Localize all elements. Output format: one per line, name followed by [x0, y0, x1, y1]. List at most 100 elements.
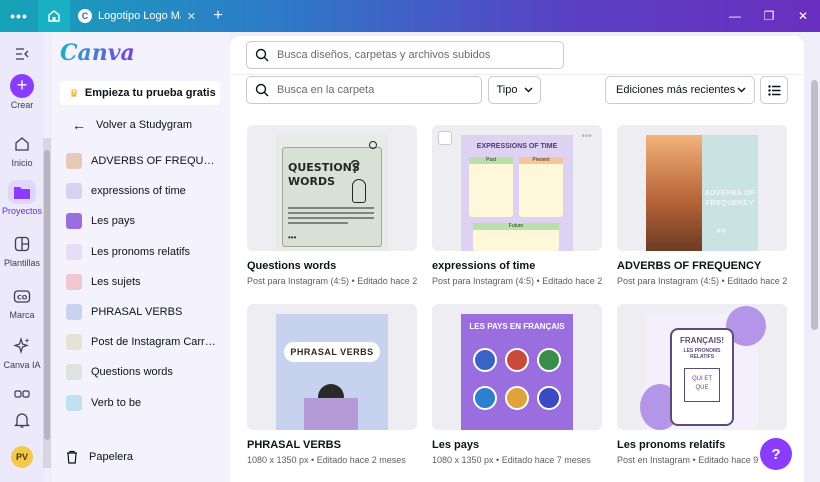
- design-title: PHRASAL VERBS: [247, 439, 341, 451]
- minimize-icon[interactable]: —: [718, 9, 752, 23]
- design-meta: 1080 x 1350 px • Editado hace 2 meses: [247, 455, 406, 465]
- rail-item-projects[interactable]: Proyectos: [0, 180, 44, 216]
- more-options-icon[interactable]: •••: [581, 131, 592, 142]
- sidebar-item-carousel[interactable]: Post de Instagram Carr…: [66, 327, 226, 357]
- sort-label: Ediciones más recientes: [616, 84, 736, 96]
- bell-icon: [10, 408, 34, 432]
- sidebar-item-sujets[interactable]: Les sujets: [66, 267, 226, 297]
- design-thumbnail: [66, 213, 82, 230]
- design-title: expressions of time: [432, 260, 536, 272]
- sidebar-item-label: ADVERBS OF FREQUEN…: [91, 155, 221, 168]
- chevron-down-icon: [737, 87, 746, 93]
- crown-icon: ♛: [69, 87, 79, 100]
- canva-logo[interactable]: Canva: [60, 40, 135, 66]
- adverbs-artwork: ADVERBS OF FREQUENCY »»: [646, 135, 758, 251]
- sidebar-item-verb[interactable]: Verb to be: [66, 388, 226, 418]
- free-trial-label: Empieza tu prueba gratis: [84, 87, 216, 99]
- main-scrollbar[interactable]: [808, 78, 820, 482]
- new-tab-icon[interactable]: +: [204, 7, 232, 25]
- sidebar-item-label: Les pays: [91, 215, 136, 228]
- help-button[interactable]: ?: [760, 438, 792, 470]
- sidebar-item-label: Les pronoms relatifs: [91, 245, 191, 258]
- design-thumbnail: [66, 183, 82, 200]
- home-icon: [10, 132, 34, 156]
- rail-home-label: Inicio: [11, 158, 33, 168]
- notifications-button[interactable]: [0, 408, 44, 434]
- type-filter-dropdown[interactable]: Tipo: [488, 76, 541, 104]
- apps-icon: [10, 382, 34, 406]
- plus-icon: +: [10, 74, 34, 98]
- design-meta: Post para Instagram (4:5) • Editado hace…: [432, 276, 602, 286]
- collapse-sidebar-button[interactable]: [0, 42, 44, 68]
- sidebar-scrollbar[interactable]: [43, 138, 51, 468]
- home-icon: [48, 10, 60, 22]
- design-thumbnail: [66, 334, 82, 351]
- rail-item-apps[interactable]: [0, 382, 44, 408]
- person-illustration: [352, 179, 366, 203]
- sidebar-item-expressions[interactable]: expressions of time: [66, 176, 226, 206]
- rail-item-ai[interactable]: Canva IA: [0, 334, 44, 370]
- rail-projects-label: Proyectos: [1, 206, 43, 216]
- design-card[interactable]: PHRASAL VERBS PHRASAL VERBS 1080 x 1350 …: [247, 304, 417, 465]
- list-view-icon: [767, 84, 780, 96]
- design-title: Les pays: [432, 439, 480, 451]
- restore-icon[interactable]: ❐: [752, 9, 786, 23]
- global-search-input[interactable]: Busca diseños, carpetas y archivos subid…: [246, 41, 564, 69]
- phrasal-verbs-artwork: PHRASAL VERBS: [276, 314, 388, 430]
- type-filter-label: Tipo: [496, 84, 518, 96]
- search-icon: [255, 48, 269, 62]
- artwork-title: ADVERBS OF FREQUENCY: [704, 190, 756, 207]
- rail-ai-label: Canva IA: [3, 360, 41, 370]
- sidebar-item-label: Verb to be: [91, 396, 142, 409]
- folder-list: ADVERBS OF FREQUEN… expressions of time …: [66, 146, 226, 418]
- close-window-icon[interactable]: ✕: [786, 9, 820, 23]
- design-card[interactable]: LES PAYS EN FRANÇAIS Les pays 1080 x 135…: [432, 304, 602, 465]
- photo-illustration: [646, 135, 702, 251]
- sparkle-icon: [10, 334, 34, 358]
- sidebar-item-pays[interactable]: Les pays: [66, 206, 226, 236]
- create-button[interactable]: + Crear: [0, 74, 44, 110]
- sidebar-item-label: Les sujets: [91, 275, 141, 288]
- search-icon: [255, 83, 269, 97]
- design-title: Questions words: [247, 260, 337, 272]
- expressions-artwork: EXPRESSIONS OF TIME Past Present Future: [461, 135, 573, 251]
- create-label: Crear: [10, 100, 34, 110]
- back-to-folder-link[interactable]: ← Volver a Studygram: [72, 117, 192, 133]
- sidebar-item-adverbs[interactable]: ADVERBS OF FREQUEN…: [66, 146, 226, 176]
- sidebar-item-questions[interactable]: Questions words: [66, 357, 226, 387]
- rail-item-home[interactable]: Inicio: [0, 132, 44, 168]
- close-tab-icon[interactable]: ✕: [187, 10, 196, 23]
- design-meta: 1080 x 1350 px • Editado hace 7 meses: [432, 455, 591, 465]
- design-card[interactable]: FRANÇAIS! LES PRONOMS RELATIFS QUI ET QU…: [617, 304, 787, 465]
- list-view-button[interactable]: [760, 76, 788, 104]
- design-preview: ADVERBS OF FREQUENCY »»: [617, 125, 787, 251]
- design-thumbnail: [66, 273, 82, 290]
- rail-item-brand[interactable]: CO Marca: [0, 284, 44, 320]
- app-menu-icon[interactable]: •••: [0, 8, 38, 24]
- trash-link[interactable]: Papelera: [66, 450, 133, 464]
- select-checkbox[interactable]: [438, 131, 452, 145]
- design-card[interactable]: ••• EXPRESSIONS OF TIME Past Present Fut…: [432, 125, 602, 286]
- design-card[interactable]: QUESTIONS WORDS ? ••• Questions words Po…: [247, 125, 417, 286]
- folder-search-input[interactable]: Busca en la carpeta: [246, 76, 482, 104]
- main-scrollbar-thumb[interactable]: [811, 80, 818, 330]
- sidebar-scrollbar-thumb[interactable]: [44, 150, 50, 440]
- brand-icon: CO: [10, 284, 34, 308]
- global-search-placeholder: Busca diseños, carpetas y archivos subid…: [277, 49, 491, 61]
- sidebar-item-label: Post de Instagram Carr…: [91, 336, 216, 349]
- artwork-title: EXPRESSIONS OF TIME: [476, 143, 558, 150]
- rail-item-templates[interactable]: Plantillas: [0, 232, 44, 268]
- sort-dropdown[interactable]: Ediciones más recientes: [605, 76, 755, 104]
- design-card[interactable]: ADVERBS OF FREQUENCY »» ADVERBS OF FREQU…: [617, 125, 787, 286]
- account-button[interactable]: PV: [0, 446, 44, 468]
- home-tab[interactable]: [38, 0, 70, 32]
- design-title: ADVERBS OF FREQUENCY: [617, 260, 762, 272]
- design-preview: QUESTIONS WORDS ? •••: [247, 125, 417, 251]
- free-trial-button[interactable]: ♛ Empieza tu prueba gratis: [60, 81, 220, 105]
- design-thumbnail: [66, 304, 82, 321]
- sidebar-item-phrasal[interactable]: PHRASAL VERBS: [66, 297, 226, 327]
- sidebar-item-pronoms[interactable]: Les pronoms relatifs: [66, 237, 226, 267]
- document-tab-title: Logotipo Logo Mar…: [98, 10, 181, 22]
- design-meta: Post para Instagram (4:5) • Editado hace…: [617, 276, 787, 286]
- document-tab[interactable]: C Logotipo Logo Mar… ✕: [70, 0, 204, 32]
